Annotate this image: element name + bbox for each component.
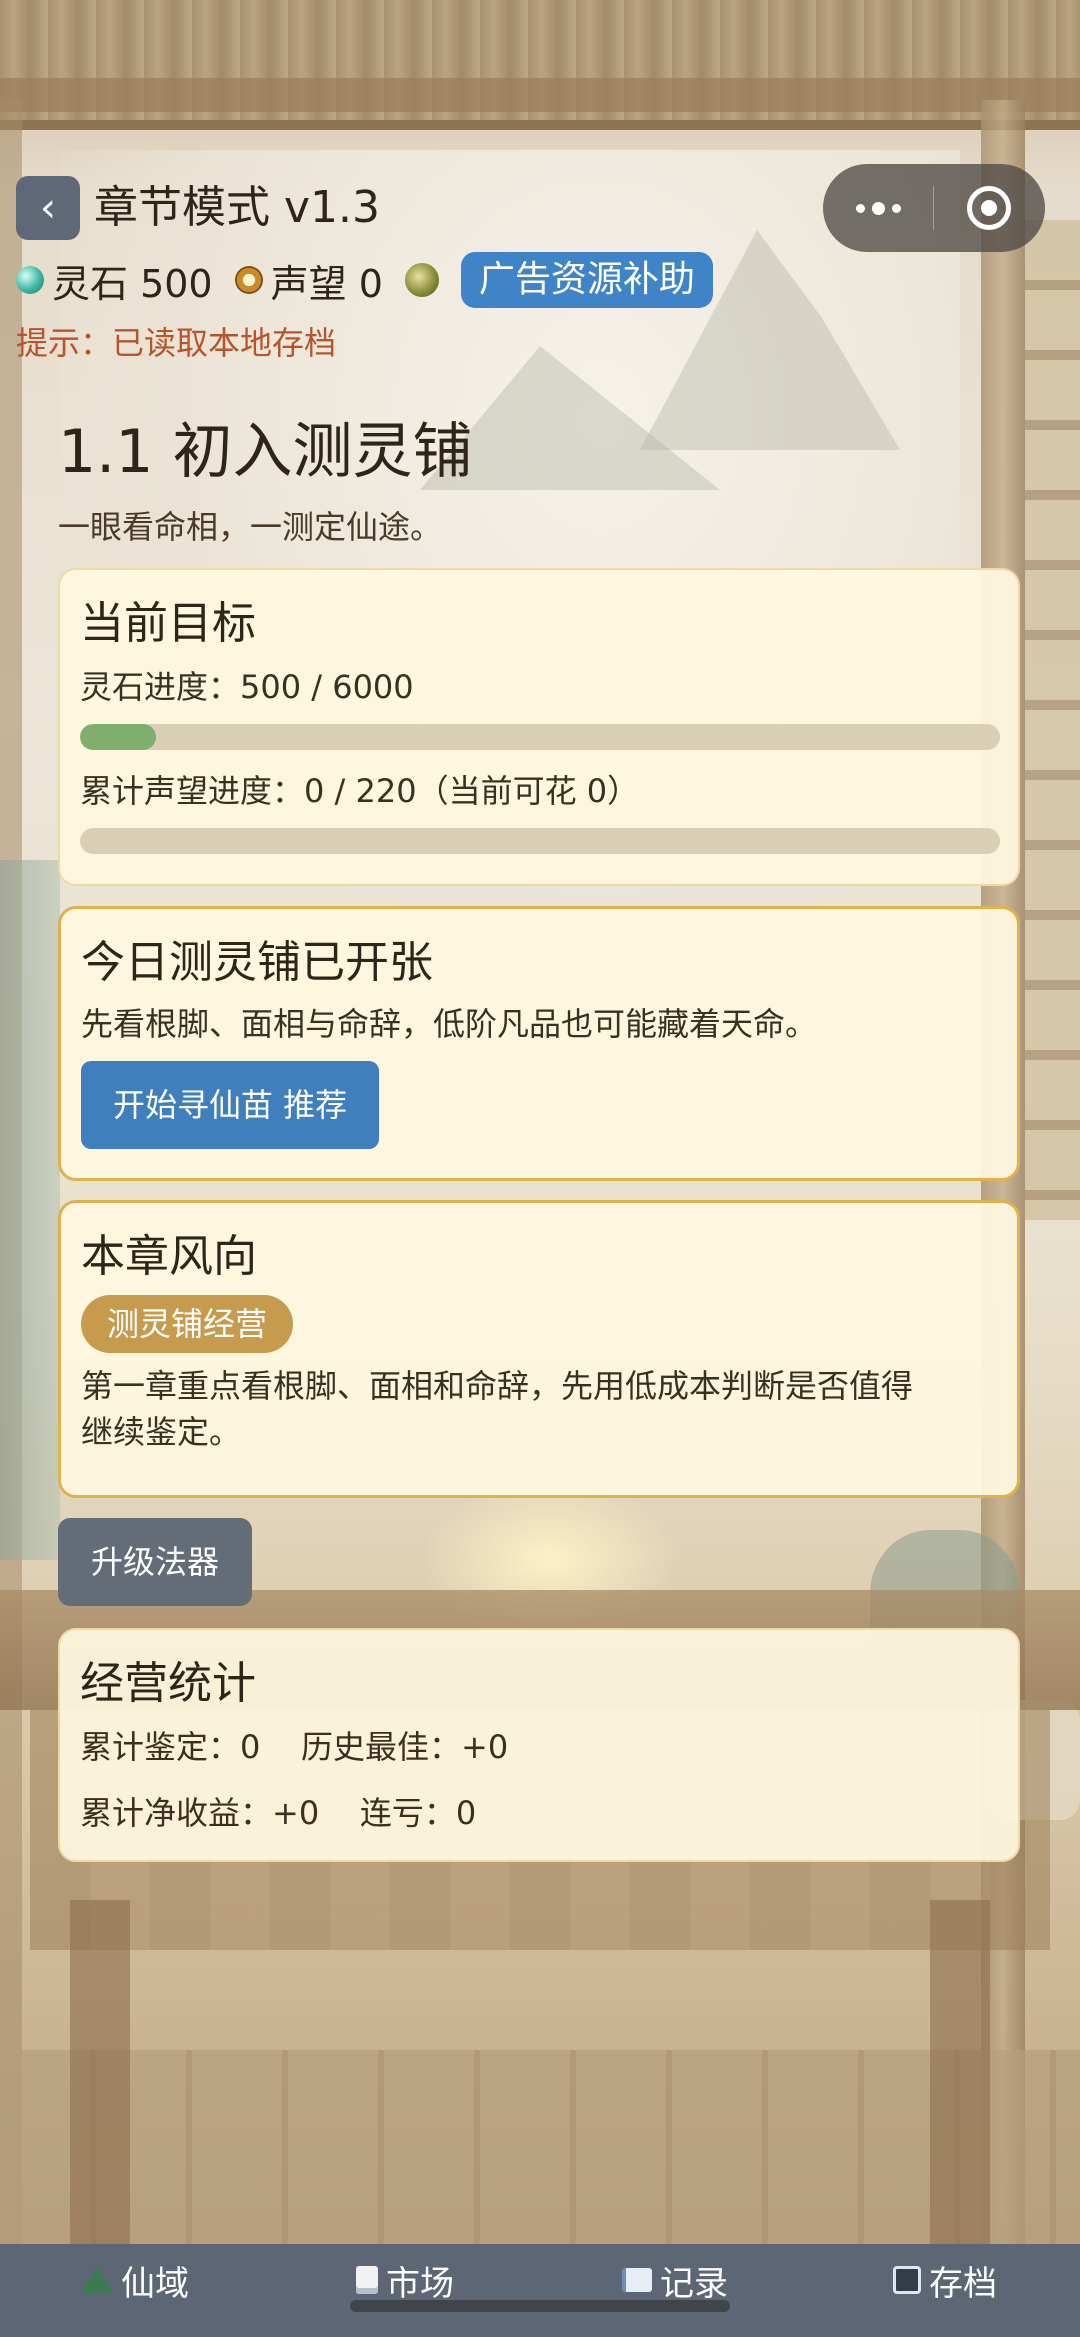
trend-description-line: 继续鉴定。	[81, 1413, 242, 1451]
goal-card-title: 当前目标	[80, 598, 256, 649]
reputation-medal-icon	[234, 266, 263, 294]
floppy-disk-icon	[893, 2266, 921, 2294]
background-curtain	[0, 860, 60, 1560]
background-table-leg	[930, 1900, 990, 2280]
chapter-subtitle: 一眼看命相，一测定仙途。	[58, 508, 443, 546]
miniprogram-capsule	[823, 164, 1045, 252]
tab-label: 市场	[386, 2263, 454, 2304]
chapter-trend-card: 本章风向 测灵铺经营 第一章重点看根脚、面相和命辞，先用低成本判断是否值得 继续…	[58, 1200, 1020, 1498]
book-icon	[622, 2268, 652, 2292]
spirit-stone-count: 灵石 500	[52, 261, 213, 306]
stone-progress-bar	[80, 724, 1000, 750]
shop-card-description: 先看根脚、面相与命辞，低阶凡品也可能藏着天命。	[81, 1005, 818, 1043]
resource-bar: 灵石 500 声望 0 广告资源补助	[16, 250, 713, 310]
save-loaded-tip: 提示：已读取本地存档	[16, 324, 337, 362]
spirit-stone-icon	[16, 266, 44, 294]
background-beam	[0, 78, 1080, 112]
tab-realm[interactable]: 仙域	[0, 2244, 270, 2316]
trend-card-title: 本章风向	[81, 1231, 257, 1282]
back-button[interactable]: ‹	[16, 176, 80, 240]
tab-label: 记录	[660, 2263, 728, 2304]
fame-progress-text: 累计声望进度：0 / 220（当前可花 0）	[80, 772, 640, 810]
reputation-count: 声望 0	[270, 261, 383, 306]
page-title: 章节模式 v1.3	[94, 182, 380, 233]
business-stats-card: 经营统计 累计鉴定：0 历史最佳：+0 累计净收益：+0 连亏：0	[58, 1628, 1020, 1862]
home-indicator	[350, 2300, 730, 2312]
shop-card-title: 今日测灵铺已开张	[81, 937, 433, 988]
ad-coin-icon	[404, 263, 439, 297]
chapter-title: 1.1 初入测灵铺	[58, 417, 473, 487]
trend-tag: 测灵铺经营	[81, 1295, 294, 1353]
fame-progress-bar	[80, 828, 1000, 854]
stats-card-title: 经营统计	[80, 1658, 256, 1709]
bottom-tab-bar: 仙域 市场 记录 存档	[0, 2244, 1080, 2337]
background-table-leg	[70, 1900, 130, 2280]
background-shelf	[1025, 220, 1080, 1220]
upgrade-artifact-button[interactable]: 升级法器	[58, 1518, 252, 1606]
document-icon	[356, 2266, 378, 2294]
stone-progress-fill	[80, 724, 157, 750]
close-miniprogram-icon[interactable]	[934, 164, 1044, 252]
stone-progress-text: 灵石进度：500 / 6000	[80, 668, 414, 706]
more-options-icon[interactable]	[823, 164, 933, 252]
shop-open-card: 今日测灵铺已开张 先看根脚、面相与命辞，低阶凡品也可能藏着天命。 开始寻仙苗 推…	[58, 906, 1020, 1181]
stats-line: 累计净收益：+0 连亏：0	[80, 1794, 477, 1832]
tab-save[interactable]: 存档	[810, 2244, 1080, 2316]
ad-resource-button[interactable]: 广告资源补助	[460, 252, 713, 308]
trend-description-line: 第一章重点看根脚、面相和命辞，先用低成本判断是否值得	[81, 1367, 914, 1405]
goal-card: 当前目标 灵石进度：500 / 6000 累计声望进度：0 / 220（当前可花…	[58, 568, 1020, 886]
tab-label: 存档	[929, 2263, 997, 2304]
start-search-button[interactable]: 开始寻仙苗 推荐	[81, 1061, 380, 1149]
stats-line: 累计鉴定：0 历史最佳：+0	[80, 1728, 509, 1766]
mountain-icon	[81, 2267, 113, 2293]
tab-label: 仙域	[121, 2263, 189, 2304]
